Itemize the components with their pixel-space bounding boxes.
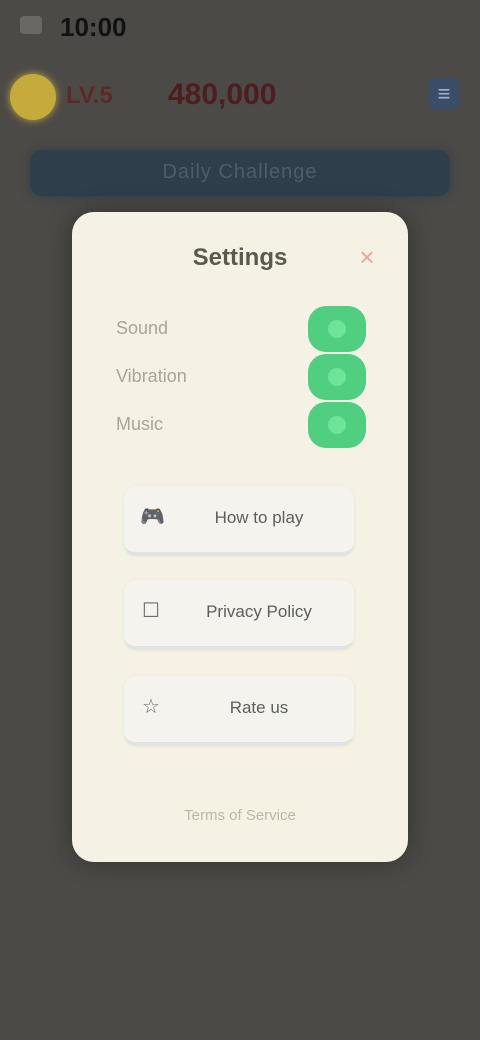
rate-us-button[interactable]: ☆ Rate us bbox=[124, 676, 354, 745]
toggle-label: Music bbox=[116, 414, 164, 434]
button-label: Rate us bbox=[229, 698, 289, 717]
coin-icon bbox=[10, 74, 56, 120]
toggle-label: Vibration bbox=[116, 366, 187, 386]
toggle-knob bbox=[328, 416, 346, 434]
toggle-knob bbox=[328, 368, 346, 386]
music-toggle[interactable] bbox=[308, 402, 366, 448]
level-label: LV.5 bbox=[66, 82, 113, 109]
vibration-toggle[interactable] bbox=[308, 354, 366, 400]
button-label: Privacy Policy bbox=[206, 602, 312, 621]
toggle-label: Sound bbox=[116, 318, 169, 338]
status-bar: 10:00 bbox=[0, 0, 480, 56]
challenge-banner[interactable]: Daily Challenge bbox=[30, 150, 450, 196]
banner-text: Daily Challenge bbox=[162, 161, 318, 183]
status-indicator bbox=[20, 16, 42, 34]
vibration-toggle-row: Vibration bbox=[116, 354, 366, 400]
score-display: 480,000 bbox=[168, 78, 277, 111]
music-toggle-row: Music bbox=[116, 402, 366, 448]
close-icon[interactable]: × bbox=[352, 242, 382, 272]
sound-toggle-row: Sound bbox=[116, 306, 366, 352]
status-time: 10:00 bbox=[60, 12, 127, 42]
button-label: How to play bbox=[214, 508, 304, 527]
sound-toggle[interactable] bbox=[308, 306, 366, 352]
game-top-bar: LV.5 480,000 ≡ bbox=[0, 62, 480, 132]
toggle-knob bbox=[328, 320, 346, 338]
checkbox-icon: ☐ bbox=[142, 600, 160, 622]
privacy-policy-button[interactable]: ☐ Privacy Policy bbox=[124, 580, 354, 649]
star-icon: ☆ bbox=[142, 696, 160, 718]
settings-modal: Settings × Sound Vibration Music 🎮 How t… bbox=[72, 212, 408, 862]
menu-icon[interactable]: ≡ bbox=[428, 78, 460, 110]
how-to-play-button[interactable]: 🎮 How to play bbox=[124, 486, 354, 555]
terms-link[interactable]: Terms of Service bbox=[122, 807, 358, 824]
gamepad-icon: 🎮 bbox=[140, 506, 165, 528]
